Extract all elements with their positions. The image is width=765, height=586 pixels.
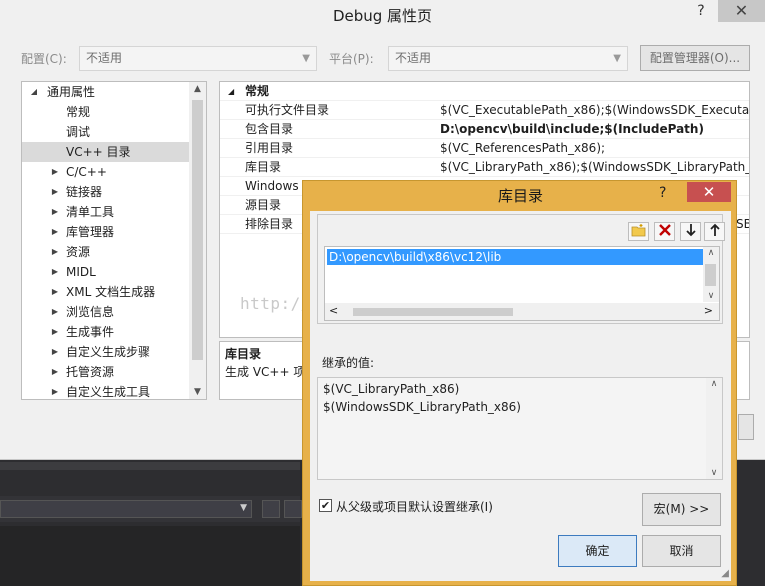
collapsed-triangle-icon: ▶ (51, 187, 59, 196)
grid-row[interactable]: 引用目录 $(VC_ReferencesPath_x86); (220, 139, 749, 158)
scroll-up-icon[interactable]: ∧ (703, 248, 719, 258)
window-title: Debug 属性页 (332, 7, 433, 25)
scroll-right-icon[interactable]: > (704, 304, 713, 317)
inherited-values-box: $(VC_LibraryPath_x86) $(WindowsSDK_Libra… (317, 377, 723, 480)
tree-item[interactable]: ▶ 库管理器 (22, 222, 190, 242)
collapsed-triangle-icon: ▶ (51, 167, 59, 176)
chevron-down-icon: ▼ (613, 53, 621, 64)
scroll-thumb[interactable] (353, 308, 513, 316)
config-manager-button[interactable]: 配置管理器(O)... (640, 45, 750, 71)
ok-button[interactable]: 确定 (558, 535, 637, 567)
config-label: 配置(C): (21, 52, 67, 66)
resize-grip-icon[interactable]: ◢ (721, 568, 729, 579)
library-directories-dialog: 库目录 ? ✕ D:\opencv\build\x86\vc12\lib ∧ ∨… (302, 180, 737, 586)
arrow-up-icon-glyph (709, 223, 720, 236)
tree-item[interactable]: ▶ 托管资源 (22, 362, 190, 382)
inherit-checkbox[interactable]: ✔ (319, 499, 332, 512)
grid-row[interactable]: 可执行文件目录 $(VC_ExecutablePath_x86);$(Window… (220, 101, 749, 120)
dialog-body: D:\opencv\build\x86\vc12\lib ∧ ∨ < > 继承的… (310, 211, 731, 581)
description-title: 库目录 (225, 347, 262, 361)
inherited-values-label: 继承的值: (322, 356, 375, 370)
scroll-thumb[interactable] (192, 100, 203, 360)
folder-new-icon[interactable] (628, 222, 649, 241)
tree-item[interactable]: ▶ 浏览信息 (22, 302, 190, 322)
collapsed-triangle-icon: ▶ (51, 367, 59, 376)
tree-item[interactable]: ▶ 生成事件 (22, 322, 190, 342)
scroll-down-icon[interactable]: ∨ (706, 468, 722, 478)
apply-button-partial[interactable] (738, 414, 754, 440)
dialog-help-button[interactable]: ? (659, 185, 673, 203)
collapsed-triangle-icon: ▶ (51, 387, 59, 396)
list-hscrollbar[interactable]: < > (325, 303, 719, 320)
scroll-up-icon[interactable]: ▲ (189, 84, 206, 94)
tree-item[interactable]: 调试 (22, 122, 190, 142)
directory-list[interactable]: D:\opencv\build\x86\vc12\lib ∧ ∨ < > (324, 246, 720, 321)
scroll-down-icon[interactable]: ∨ (703, 291, 719, 301)
ide-bottom-panel (0, 526, 300, 586)
scroll-up-icon[interactable]: ∧ (706, 379, 722, 389)
collapsed-triangle-icon: ▶ (51, 227, 59, 236)
macro-button[interactable]: 宏(M) >> (642, 493, 721, 526)
tree-item[interactable]: ▶ 自定义生成工具 (22, 382, 190, 399)
tree-item[interactable]: ▶ 自定义生成步骤 (22, 342, 190, 362)
scroll-down-icon[interactable]: ▼ (189, 387, 206, 397)
tree-item[interactable]: ▶ MIDL (22, 262, 190, 282)
tree-root[interactable]: ◢ 通用属性 (22, 82, 190, 102)
description-text: 生成 VC++ 项 (225, 365, 306, 379)
scroll-left-icon[interactable]: < (329, 304, 338, 317)
grid-row[interactable]: 包含目录 D:\opencv\build\include;$(IncludePat… (220, 120, 749, 139)
grid-category[interactable]: ◢ 常规 (220, 82, 749, 101)
config-value: 不适用 (86, 51, 123, 65)
collapsed-triangle-icon: ▶ (51, 267, 59, 276)
window-close-button[interactable]: ✕ (718, 0, 765, 22)
scroll-thumb[interactable] (705, 264, 716, 286)
property-tree: ◢ 通用属性 常规 调试 VC++ 目录 ▶ C/C++ ▶ 链接器 ▶ 清单工具 ▶… (21, 81, 207, 400)
inherit-checkbox-label[interactable]: 从父级或项目默认设置继承(I) (336, 498, 493, 515)
tree-item[interactable]: ▶ 链接器 (22, 182, 190, 202)
delete-icon-glyph (658, 224, 671, 236)
config-select[interactable]: 不适用 ▼ (79, 46, 317, 71)
collapsed-triangle-icon: ▶ (51, 287, 59, 296)
collapsed-triangle-icon: ▶ (51, 307, 59, 316)
tree-item[interactable]: ▶ 清单工具 (22, 202, 190, 222)
collapsed-triangle-icon: ▶ (51, 347, 59, 356)
arrow-down-icon[interactable] (680, 222, 701, 241)
list-vscrollbar[interactable]: ∧ ∨ (703, 247, 719, 302)
platform-value: 不适用 (395, 51, 432, 65)
tree-item[interactable]: 常规 (22, 102, 190, 122)
delete-icon[interactable] (654, 222, 675, 241)
inherited-value: $(WindowsSDK_LibraryPath_x86) (323, 400, 521, 414)
expanded-triangle-icon: ◢ (228, 87, 235, 96)
inherited-value: $(VC_LibraryPath_x86) (323, 382, 460, 396)
tree-item[interactable]: ▶ XML 文档生成器 (22, 282, 190, 302)
tree-item[interactable]: ▶ 资源 (22, 242, 190, 262)
dialog-close-button[interactable]: ✕ (687, 182, 731, 202)
arrow-down-icon-glyph (685, 224, 696, 237)
tree-item-selected[interactable]: VC++ 目录 (22, 142, 190, 162)
directory-entry-selected[interactable]: D:\opencv\build\x86\vc12\lib (327, 249, 707, 265)
chevron-down-icon: ▼ (302, 53, 310, 64)
tree-item[interactable]: ▶ C/C++ (22, 162, 190, 182)
collapsed-triangle-icon: ▶ (51, 247, 59, 256)
chevron-down-icon: ▼ (240, 503, 247, 513)
cancel-button[interactable]: 取消 (642, 535, 721, 567)
platform-label: 平台(P): (329, 52, 374, 66)
collapsed-triangle-icon: ▶ (51, 207, 59, 216)
inherited-scrollbar[interactable]: ∧ ∨ (706, 378, 722, 479)
expanded-triangle-icon: ◢ (30, 87, 38, 96)
collapsed-triangle-icon: ▶ (51, 327, 59, 336)
arrow-up-icon[interactable] (704, 222, 725, 241)
platform-select[interactable]: 不适用 ▼ (388, 46, 628, 71)
help-button[interactable]: ? (690, 2, 712, 20)
tree-scrollbar[interactable]: ▲ ▼ (189, 82, 206, 399)
ide-combo[interactable]: ▼ (0, 500, 252, 518)
directory-panel: D:\opencv\build\x86\vc12\lib ∧ ∨ < > (317, 214, 725, 324)
ide-tool-icon[interactable] (284, 500, 302, 518)
ide-tab-strip (0, 462, 300, 470)
grid-row[interactable]: 库目录 $(VC_LibraryPath_x86);$(WindowsSDK_Li… (220, 158, 749, 177)
ide-tool-icon[interactable] (262, 500, 280, 518)
folder-new-icon-glyph (631, 224, 645, 237)
